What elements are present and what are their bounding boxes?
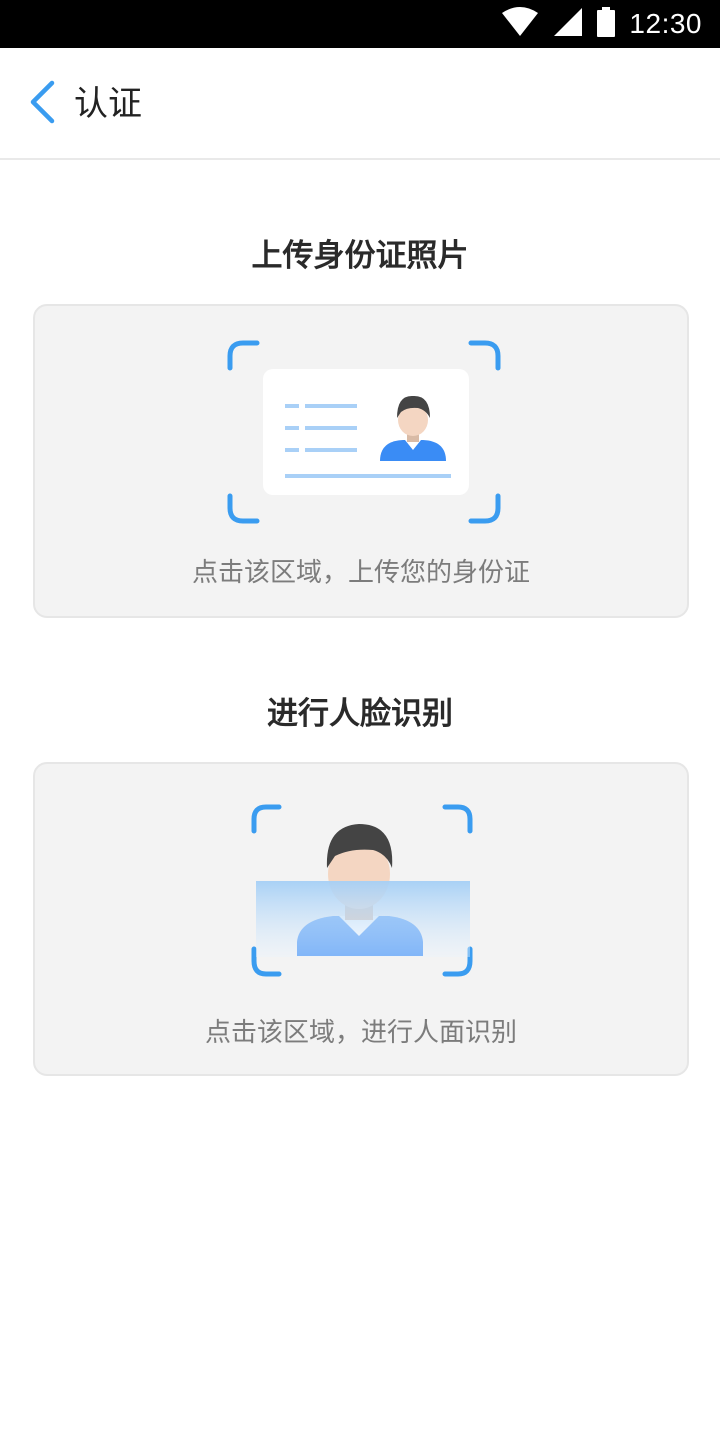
back-button[interactable] (20, 78, 64, 130)
face-section-title: 进行人脸识别 (267, 696, 453, 732)
id-section-title: 上传身份证照片 (251, 238, 469, 274)
page-title: 认证 (74, 84, 142, 124)
face-scan-hint: 点击该区域，进行人面识别 (204, 1018, 517, 1048)
chevron-left-icon (28, 80, 56, 128)
battery-icon (597, 7, 616, 41)
id-upload-hint: 点击该区域，上传您的身份证 (191, 558, 530, 588)
face-scan-icon (251, 804, 475, 984)
wifi-icon (501, 7, 539, 41)
status-bar: 12:30 (0, 0, 720, 48)
face-scan-card[interactable]: 点击该区域，进行人面识别 (33, 762, 689, 1076)
signal-icon (553, 7, 583, 41)
status-icons: 12:30 (501, 0, 702, 48)
id-card-icon (227, 340, 501, 528)
id-upload-card[interactable]: 点击该区域，上传您的身份证 (33, 304, 689, 618)
app-bar: 认证 (0, 48, 720, 160)
status-time: 12:30 (629, 8, 702, 39)
